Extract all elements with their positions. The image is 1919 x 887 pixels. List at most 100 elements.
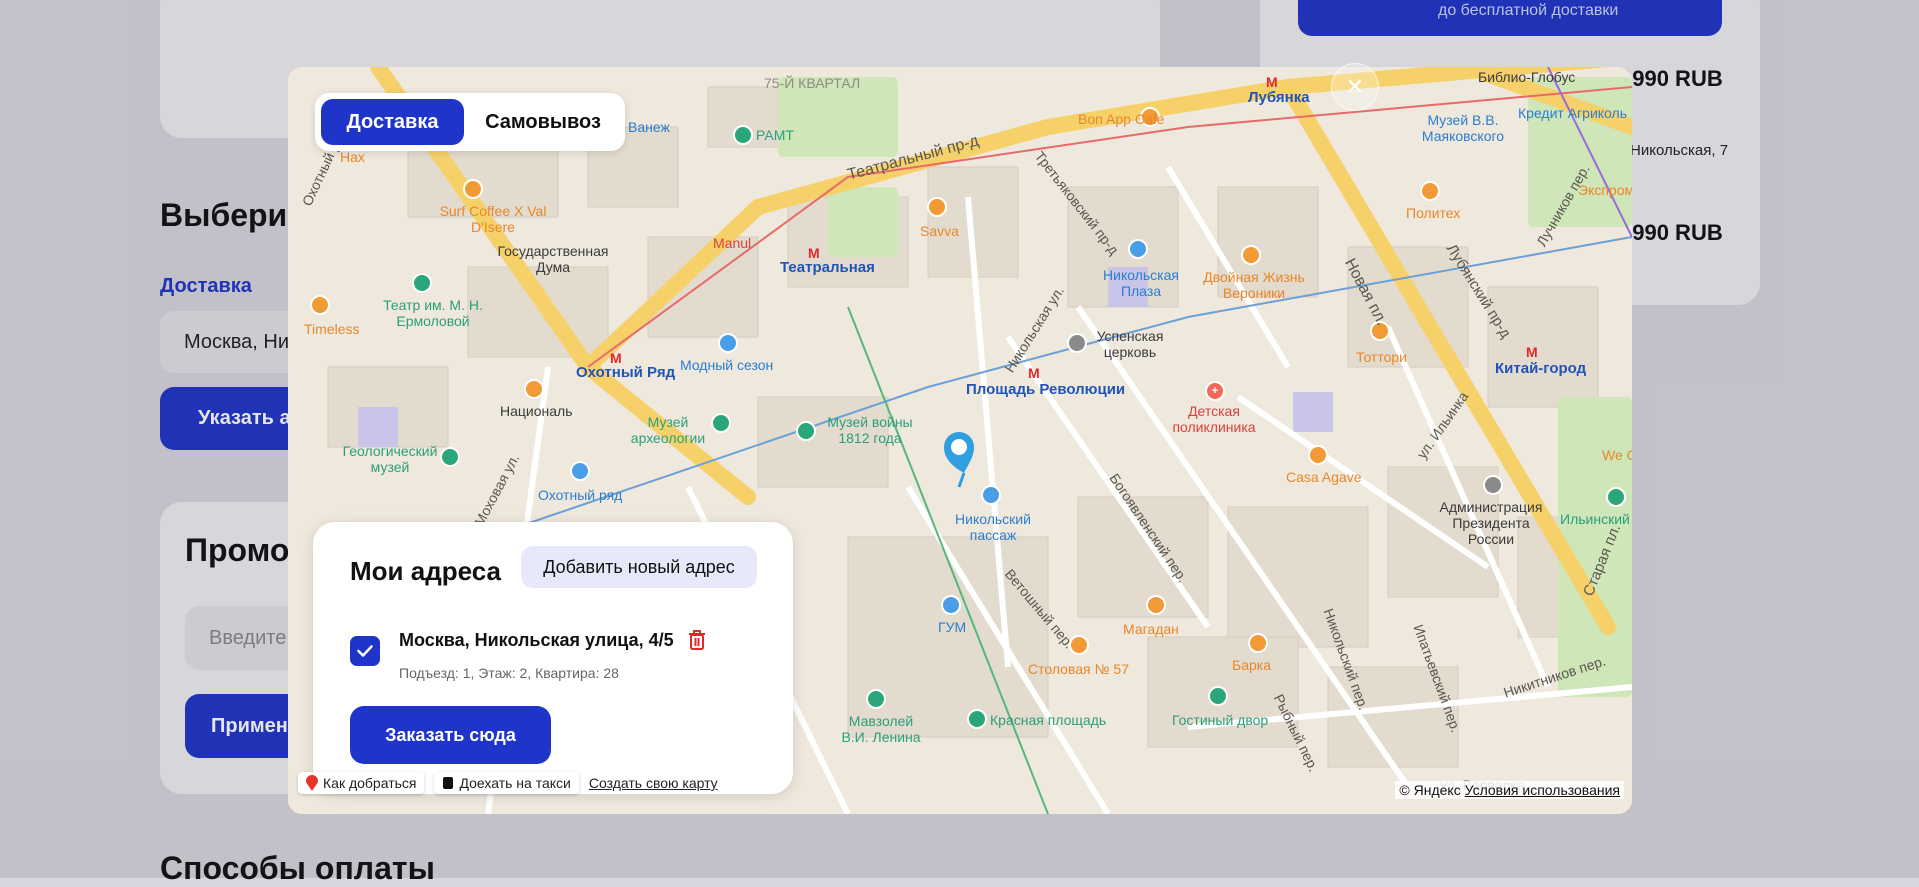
metro-label-teatralnaya[interactable]: Театральная (780, 259, 875, 276)
restaurant-icon[interactable] (1146, 595, 1166, 615)
poi-presidential-admin[interactable]: Администрация Президента России (1436, 499, 1546, 547)
monument-icon[interactable] (866, 689, 886, 709)
hotel-icon[interactable] (524, 379, 544, 399)
check-icon (357, 645, 373, 657)
museum-icon[interactable] (440, 447, 460, 467)
trash-icon[interactable] (687, 629, 707, 651)
poi-nakh[interactable]: Нах (340, 149, 365, 165)
poi-ermolova-theatre[interactable]: Театр им. М. Н. Ермоловой (378, 297, 488, 329)
my-addresses-panel: Мои адреса Добавить новый адрес Москва, … (313, 522, 793, 794)
metro-icon: M (808, 245, 820, 261)
theatre-icon[interactable] (733, 125, 753, 145)
tab-delivery[interactable]: Доставка (321, 99, 464, 145)
metro-label-ploshchad-revolyutsii[interactable]: Площадь Революции (966, 381, 1125, 398)
poi-stolovaya-57[interactable]: Столовая № 57 (1028, 661, 1129, 677)
metro-label-lubyanka[interactable]: Лубянка (1248, 89, 1310, 106)
metro-label-kitay-gorod[interactable]: Китай-город (1495, 360, 1586, 377)
poi-bon-app[interactable]: Bon App Cafe (1078, 111, 1164, 127)
close-icon[interactable]: ✕ (1331, 63, 1379, 111)
saved-address-text[interactable]: Москва, Никольская улица, 4/5 (399, 630, 674, 651)
poi-gum[interactable]: ГУМ (938, 619, 966, 635)
poi-politekh[interactable]: Политех (1406, 205, 1460, 221)
poi-credit-agricole[interactable]: Кредит Агриколь (1518, 105, 1627, 121)
restaurant-icon[interactable] (310, 295, 330, 315)
metro-icon: M (610, 350, 622, 366)
poi-mausoleum[interactable]: Мавзолей В.И. Ленина (836, 713, 926, 745)
poi-savva[interactable]: Savva (920, 223, 959, 239)
route-pin-icon (306, 775, 318, 791)
restaurant-icon[interactable] (1248, 633, 1268, 653)
address-checkbox[interactable] (350, 636, 380, 666)
poi-uspenskaya[interactable]: Успенская церковь (1090, 328, 1170, 360)
poi-children-clinic[interactable]: Детская поликлиника (1164, 403, 1264, 435)
poi-mayakovsky-museum[interactable]: Музей В.В. Маяковского (1413, 112, 1513, 144)
copyright-text: © Яндекс (1399, 782, 1461, 798)
map-controls-bar: Как добраться Доехать на такси Создать с… (298, 772, 718, 794)
poi-gostiny-dvor[interactable]: Гостиный двор (1172, 712, 1268, 728)
poi-magadan[interactable]: Магадан (1123, 621, 1179, 637)
metro-label-okhotny-ryad[interactable]: Охотный Ряд (576, 364, 675, 381)
tab-pickup[interactable]: Самовывоз (468, 99, 618, 145)
shop-icon[interactable] (941, 595, 961, 615)
hospital-icon[interactable]: + (1205, 381, 1225, 401)
order-price-2: 1990 RUB (1620, 220, 1723, 245)
poi-vanezh[interactable]: Ванеж (628, 119, 670, 135)
metro-icon: M (1526, 344, 1538, 360)
shop-icon[interactable] (570, 461, 590, 481)
landmark-icon[interactable] (967, 709, 987, 729)
add-address-button[interactable]: Добавить новый адрес (521, 546, 757, 588)
map-copyright: © Яндекс Условия использования (1395, 781, 1624, 799)
taxi-link: Доехать на такси (459, 775, 571, 791)
poi-barka[interactable]: Барка (1232, 657, 1271, 673)
museum-icon[interactable] (1420, 181, 1440, 201)
church-icon[interactable] (1067, 333, 1087, 353)
free-delivery-text: до бесплатной доставки (1438, 2, 1619, 19)
shop-icon[interactable] (1128, 239, 1148, 259)
poi-red-square[interactable]: Красная площадь (990, 712, 1106, 728)
payment-title: Способы оплаты (160, 850, 435, 886)
saved-address-details: Подъезд: 1, Этаж: 2, Квартира: 28 (399, 665, 619, 681)
taxi-icon (443, 777, 454, 789)
order-price-1: 1990 RUB (1620, 66, 1723, 91)
poi-1812-museum[interactable]: Музей войны 1812 года (820, 414, 920, 446)
terms-link[interactable]: Условия использования (1465, 782, 1620, 798)
museum-icon[interactable] (711, 413, 731, 433)
museum-icon[interactable] (796, 421, 816, 441)
poi-nikolsky-passage[interactable]: Никольский пассаж (948, 511, 1038, 543)
poi-archaeology-museum[interactable]: Музей археологии (628, 414, 708, 446)
order-here-button[interactable]: Заказать сюда (350, 706, 551, 764)
poi-ilyinsky[interactable]: Ильинский (1560, 511, 1630, 527)
shop-icon[interactable] (981, 485, 1001, 505)
poi-dvoynaya-zhizn[interactable]: Двойная Жизнь Вероники (1194, 269, 1314, 301)
cafe-icon[interactable] (463, 179, 483, 199)
poi-gosduma[interactable]: Государственная Дума (493, 243, 613, 275)
restaurant-icon[interactable] (927, 197, 947, 217)
poi-surf-coffee[interactable]: Surf Coffee X Val D'Isere (433, 203, 553, 235)
theatre-icon[interactable] (412, 273, 432, 293)
taxi-chip[interactable]: Доехать на такси (434, 772, 579, 794)
bar-icon[interactable] (1241, 245, 1261, 265)
poi-modny-sezon[interactable]: Модный сезон (680, 357, 773, 373)
address-modal: Лубянка Театральная Охотный Ряд Площадь … (288, 67, 1632, 814)
poi-geology-museum[interactable]: Геологический музей (340, 443, 440, 475)
shop-icon[interactable] (718, 333, 738, 353)
poi-we-c[interactable]: We C (1602, 447, 1632, 463)
free-delivery-banner: до бесплатной доставки (1298, 0, 1722, 36)
poi-tottori[interactable]: Тоттори (1356, 349, 1407, 365)
restaurant-icon[interactable] (1308, 445, 1328, 465)
poi-timeless[interactable]: Timeless (304, 321, 360, 337)
shop-icon[interactable] (1208, 686, 1228, 706)
poi-nikolskaya-plaza[interactable]: Никольская Плаза (1096, 267, 1186, 299)
poi-manul[interactable]: Manul (713, 235, 751, 251)
poi-biblio-globus[interactable]: Библио-Глобус (1478, 69, 1575, 85)
park-icon[interactable] (1606, 487, 1626, 507)
poi-okhotny-ryad-mall[interactable]: Охотный ряд (538, 487, 622, 503)
poi-ramt[interactable]: РАМТ (756, 127, 794, 143)
poi-casa-agave[interactable]: Casa Agave (1286, 469, 1362, 485)
poi-natsional[interactable]: Националь (500, 403, 573, 419)
create-map-link[interactable]: Создать свою карту (589, 775, 718, 791)
metro-icon: M (1028, 365, 1040, 381)
poi-ekspromt[interactable]: Экспром (1578, 182, 1632, 198)
route-chip[interactable]: Как добраться (298, 772, 425, 794)
government-icon[interactable] (1483, 475, 1503, 495)
